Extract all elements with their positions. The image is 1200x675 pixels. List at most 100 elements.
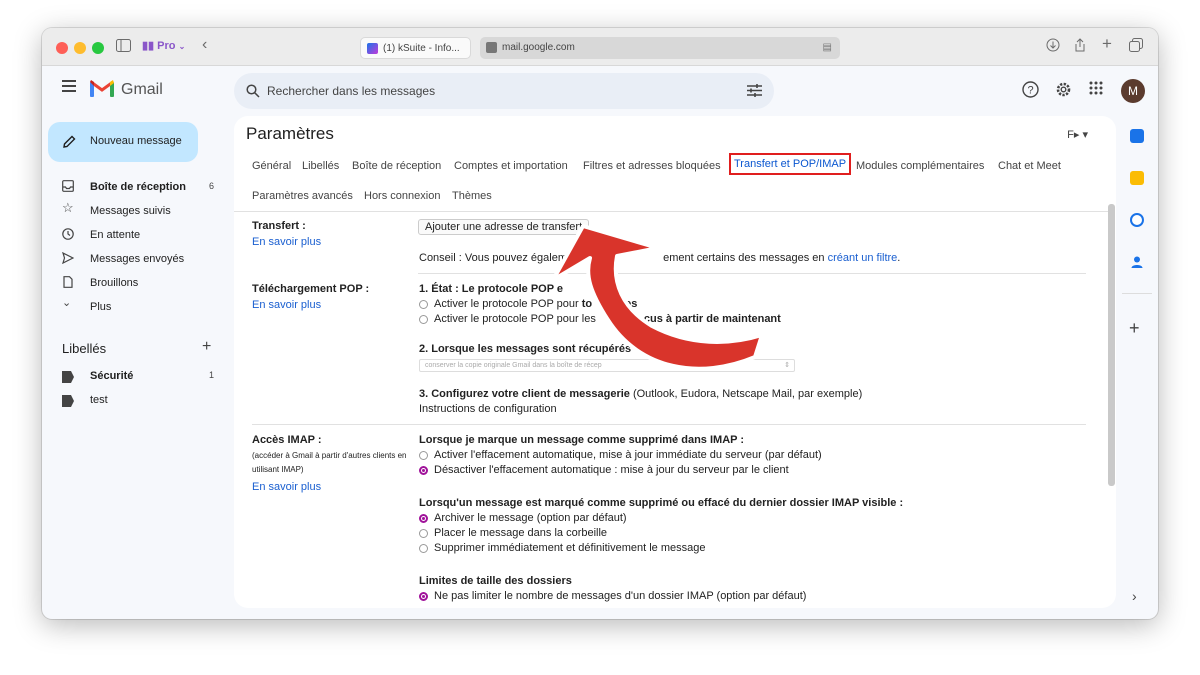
ksuite-icon: [367, 43, 378, 54]
share-icon[interactable]: [1074, 38, 1086, 56]
inbox-icon: [62, 180, 74, 192]
imap-learn-more-link[interactable]: En savoir plus: [252, 481, 321, 493]
tab-addons[interactable]: Modules complémentaires: [856, 160, 984, 172]
tab-favicon-icon: [486, 42, 497, 53]
add-label-icon[interactable]: +: [202, 338, 211, 356]
trash-message-radio[interactable]: [419, 529, 428, 538]
sidebar-item-drafts[interactable]: Brouillons: [62, 273, 220, 293]
tab-chat-meet[interactable]: Chat et Meet: [998, 160, 1061, 172]
sidebar-item-label: Boîte de réception: [90, 181, 186, 193]
search-icon[interactable]: [246, 84, 260, 98]
imap-delete-question: Lorsque je marque un message comme suppr…: [419, 434, 744, 446]
pop-step3: 3. Configurez votre client de messagerie…: [419, 388, 862, 400]
gmail-wordmark[interactable]: Gmail: [121, 81, 163, 99]
tab-labels[interactable]: Libellés: [302, 160, 339, 172]
settings-gear-icon[interactable]: [1055, 81, 1072, 101]
get-addons-plus-icon[interactable]: +: [1129, 318, 1140, 339]
tab-accounts-import[interactable]: Comptes et importation: [454, 160, 568, 172]
settings-scrollbar[interactable]: [1108, 204, 1115, 486]
help-icon[interactable]: ?: [1022, 81, 1039, 101]
gmail-logo-icon[interactable]: [90, 79, 114, 102]
delete-forever-radio[interactable]: [419, 544, 428, 553]
auto-expunge-off-radio[interactable]: [419, 466, 428, 475]
tab-themes[interactable]: Thèmes: [452, 190, 492, 202]
chevron-updown-icon: ⇕: [784, 362, 790, 369]
search-options-icon[interactable]: [747, 84, 762, 100]
profile-switcher[interactable]: ▮▮ Pro ⌄: [142, 39, 185, 52]
input-tools-icon[interactable]: F▸ ▾: [1067, 128, 1088, 141]
tab-advanced[interactable]: Paramètres avancés: [252, 190, 353, 202]
browser-tab-gmail[interactable]: mail.google.com ▤: [480, 37, 840, 59]
forwarding-learn-more-link[interactable]: En savoir plus: [252, 236, 321, 248]
pop-status-title: 1. État : Le protocole POP e: [419, 283, 564, 295]
sidebar-item-label: Sécurité: [90, 370, 134, 382]
browser-tab-ksuite[interactable]: (1) kSuite - Info...: [360, 37, 471, 59]
pop-enable-all-radio[interactable]: [419, 300, 428, 309]
compose-button[interactable]: Nouveau message: [48, 122, 198, 162]
sidebar-item-starred[interactable]: ☆ Messages suivis: [62, 201, 220, 221]
add-forwarding-address-button[interactable]: Ajouter une adresse de transfert: [418, 219, 590, 235]
option-text: sages: [606, 298, 638, 310]
tab-filters-blocked[interactable]: Filtres et adresses bloquées: [583, 160, 721, 172]
auto-expunge-on-radio[interactable]: [419, 451, 428, 460]
compose-label: Nouveau message: [90, 135, 182, 147]
pop-enable-new-radio[interactable]: [419, 315, 428, 324]
archive-message-radio[interactable]: [419, 514, 428, 523]
reader-icon[interactable]: ▤: [823, 37, 832, 59]
option-text: Activer le protocole POP pour les: [434, 313, 599, 325]
expand-side-panel-icon[interactable]: ›: [1132, 588, 1137, 604]
tip-text: ement certains des messages en: [663, 252, 828, 264]
contacts-icon[interactable]: [1130, 255, 1144, 269]
svg-text:?: ?: [1027, 85, 1033, 97]
tab-inbox[interactable]: Boîte de réception: [352, 160, 441, 172]
pencil-icon: [63, 135, 76, 148]
tasks-icon[interactable]: [1130, 213, 1144, 227]
zoom-window-button[interactable]: [92, 42, 104, 54]
tab-label: mail.google.com: [502, 42, 575, 53]
draft-icon: [63, 276, 73, 288]
label-tag-icon: [62, 395, 74, 407]
clock-icon: [62, 228, 74, 240]
sidebar-item-label: En attente: [90, 229, 141, 241]
tab-general[interactable]: Général: [252, 160, 291, 172]
sidebar-item-more[interactable]: ⌄ Plus: [62, 297, 220, 317]
tab-overview-icon[interactable]: [1129, 38, 1143, 56]
settings-panel: Paramètres F▸ ▾ Général Libellés Boîte d…: [234, 116, 1116, 608]
label-tag-icon: [62, 371, 74, 383]
main-menu-icon[interactable]: [62, 80, 76, 92]
sidebar-item-sent[interactable]: Messages envoyés: [62, 249, 220, 269]
download-icon[interactable]: [1046, 38, 1060, 56]
imap-access-label: Accès IMAP :: [252, 434, 322, 446]
tab-forwarding-pop-imap[interactable]: Transfert et POP/IMAP: [729, 153, 852, 175]
new-tab-icon[interactable]: +: [1102, 35, 1112, 53]
sidebar-item-snoozed[interactable]: En attente: [62, 225, 220, 245]
close-window-button[interactable]: [56, 42, 68, 54]
calendar-icon[interactable]: [1130, 129, 1144, 143]
pop-enable-all-label: Activer le protocole POP pour to sages: [434, 298, 637, 310]
apps-grid-icon[interactable]: [1089, 81, 1103, 98]
pop-download-label: Téléchargement POP :: [252, 283, 370, 295]
no-folder-limit-radio[interactable]: [419, 592, 428, 601]
chevron-down-icon: ⌄: [178, 42, 186, 51]
configuration-instructions-link[interactable]: Instructions de configuration: [419, 403, 557, 415]
search-input[interactable]: Rechercher dans les messages: [267, 84, 435, 98]
account-avatar[interactable]: M: [1121, 79, 1145, 103]
pop-learn-more-link[interactable]: En savoir plus: [252, 299, 321, 311]
chart-icon: ▮▮: [142, 40, 155, 52]
sidebar-label-securite[interactable]: Sécurité 1: [62, 366, 220, 386]
create-filter-link[interactable]: créant un filtre: [828, 252, 898, 264]
search-bar[interactable]: Rechercher dans les messages: [234, 73, 774, 109]
browser-window: ▮▮ Pro ⌄ ‹ (1) kSuite - Info... mail.goo…: [42, 28, 1158, 619]
sidebar-toggle-icon[interactable]: [116, 38, 131, 56]
keep-icon[interactable]: [1130, 171, 1144, 185]
tabs-divider: [234, 211, 1108, 212]
sidebar-item-label: test: [90, 394, 108, 406]
back-icon[interactable]: ‹: [202, 36, 207, 54]
pop-action-select[interactable]: conserver la copie originale Gmail dans …: [419, 359, 795, 372]
trash-message-label: Placer le message dans la corbeille: [434, 527, 608, 539]
tab-offline[interactable]: Hors connexion: [364, 190, 440, 202]
sidebar-item-inbox[interactable]: Boîte de réception 6: [62, 177, 220, 197]
minimize-window-button[interactable]: [74, 42, 86, 54]
sidebar-label-test[interactable]: test: [62, 390, 220, 410]
chevron-down-icon: ⌄: [62, 297, 72, 309]
